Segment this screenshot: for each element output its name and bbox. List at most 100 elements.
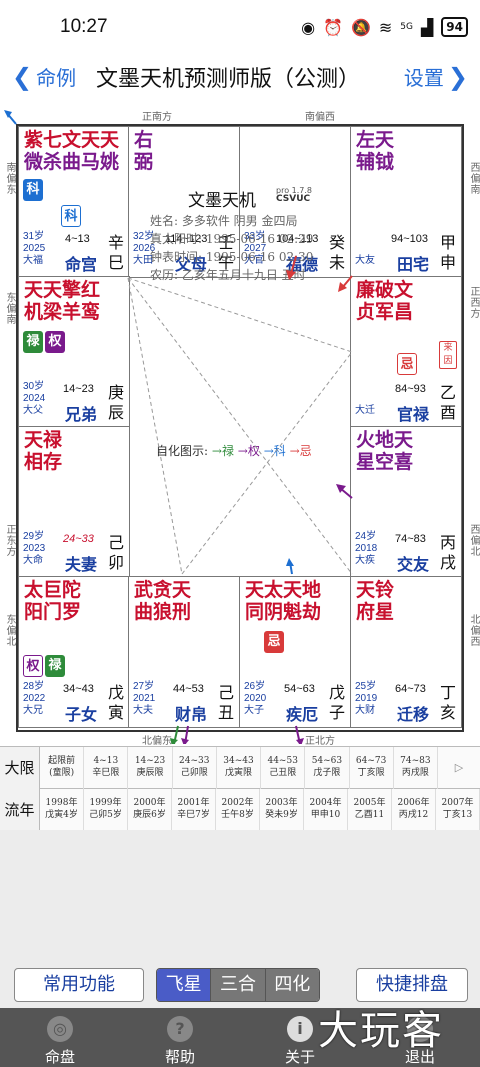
liunian-cell[interactable]: 1998年 戊寅4岁 <box>40 789 84 831</box>
age-label: 大迁 <box>355 405 375 416</box>
palace-shen[interactable]: 左天 辅钺 大友 94~103 田宅 甲申 <box>350 126 462 278</box>
liunian-cell[interactable]: 2005年 乙酉11 <box>348 789 392 831</box>
palace-name: 子女 <box>65 705 98 724</box>
daxian-cell[interactable]: 64~73 丁亥限 <box>350 747 394 789</box>
daxian-cell[interactable]: 14~23 庚辰限 <box>128 747 173 789</box>
age-label: 29岁 2023 大命 <box>23 531 46 566</box>
direction-label: 正西方 <box>468 286 479 319</box>
settings-button[interactable]: 设置 ❯ <box>404 62 468 91</box>
palace-name: 夫妻 <box>65 555 98 574</box>
hua-quan-badge: 权 <box>23 655 43 677</box>
age-label: 大友 <box>355 255 375 266</box>
ganzhi: 乙酉 <box>439 383 456 422</box>
signal-icon: ▟ <box>420 17 434 37</box>
common-functions-button[interactable]: 常用功能 <box>14 968 144 1002</box>
palace-zi[interactable]: 天太天地 同阴魁劫 忌 26岁 2020 大子 54~63 疾厄 戊子 <box>239 576 351 728</box>
tab-help[interactable]: ? 帮助 <box>120 1008 240 1067</box>
quick-chart-button[interactable]: 快捷排盘 <box>356 968 468 1002</box>
liunian-cell[interactable]: 2003年 癸未9岁 <box>260 789 304 831</box>
ganzhi: 己丑 <box>217 683 234 722</box>
palace-mao[interactable]: 天禄 相存 29岁 2023 大命 24~33 夫妻 己卯 <box>18 426 130 578</box>
daxian-range: 84~93 <box>395 383 426 395</box>
star-row: 天天擎红 <box>24 279 101 301</box>
tab-sanhe[interactable]: 三合 <box>211 969 266 1001</box>
liunian-cell[interactable]: 2001年 辛巳7岁 <box>172 789 216 831</box>
age-label: 27岁 2021 大夫 <box>133 681 156 716</box>
app-logo-text: 文墨天机 <box>188 191 256 211</box>
palace-chou[interactable]: 武贪天 曲狼刑 27岁 2021 大夫 44~53 财帛 己丑 <box>128 576 240 728</box>
star-row: 阳门罗 <box>24 601 82 623</box>
palace-name: 田宅 <box>397 255 430 274</box>
liunian-cell[interactable]: 2004年 甲申10 <box>304 789 348 831</box>
daxian-cell[interactable]: 起限前 (童限) <box>40 747 85 789</box>
daxian-next-button[interactable]: ▷ <box>438 747 480 789</box>
liunian-cell[interactable]: 2000年 庚辰6岁 <box>128 789 172 831</box>
liunian-cell[interactable]: 1999年 己卯5岁 <box>84 789 128 831</box>
daxian-cell[interactable]: 34~43 戊寅限 <box>217 747 262 789</box>
view-mode-segmented: 飞星 三合 四化 <box>156 968 320 1002</box>
palace-name: 兄弟 <box>65 405 98 424</box>
back-button[interactable]: ❮ 命例 <box>12 62 76 91</box>
daxian-range: 94~103 <box>391 233 429 245</box>
star-row: 武贪天 <box>134 579 192 601</box>
hua-lu-badge: 禄 <box>23 331 43 353</box>
target-icon: ◎ <box>47 1016 73 1042</box>
status-bar: 10:27 ◉ ⏰ 🔕 ≋ 5G ▟ 94 <box>0 0 480 56</box>
hua-ke-badge: 科 <box>23 179 43 201</box>
palace-xu[interactable]: 火地天 星空喜 24岁 2018 大疾 74~83 交友 丙戌 <box>350 426 462 578</box>
star-row: 微杀曲马姚 <box>24 151 120 173</box>
direction-label: 北偏东 <box>142 736 172 747</box>
liunian-label: 流年 <box>0 789 40 831</box>
star-row: 弼 <box>134 151 154 173</box>
hua-quan-badge: 权 <box>45 331 65 353</box>
palace-you[interactable]: 廉破文 贞军昌 忌 来因 大迁 84~93 官禄 乙酉 <box>350 276 462 428</box>
ganzhi: 庚辰 <box>107 383 124 422</box>
daxian-cell[interactable]: 4~13 辛巳限 <box>84 747 129 789</box>
signal-label: 5G <box>400 22 413 32</box>
info-lunar-date: 农历: 乙亥年五月十九日 丑时 <box>150 268 306 282</box>
star-row: 太巨陀 <box>24 579 82 601</box>
palace-si[interactable]: 紫七文天天 微杀曲马姚 科 科 31岁 2025 大福 4~13 命宫 辛巳 <box>18 126 130 278</box>
liunian-cell[interactable]: 2007年 丁亥13 <box>436 789 480 831</box>
version-label: pro 1.7.8 CSVUC <box>276 186 312 204</box>
star-row: 火地天 <box>356 429 414 451</box>
daxian-cell[interactable]: 54~63 戊子限 <box>305 747 350 789</box>
direction-label: 东偏北 <box>4 614 15 647</box>
age-label: 31岁 2025 大福 <box>23 231 46 266</box>
tab-feixing[interactable]: 飞星 <box>157 969 212 1001</box>
ganzhi: 辛巳 <box>107 233 124 272</box>
direction-label: 南偏东 <box>4 162 15 195</box>
status-icons: ◉ ⏰ 🔕 ≋ 5G ▟ 94 <box>301 17 468 37</box>
hua-ji-badge: 忌 <box>397 353 417 375</box>
tab-mingpan[interactable]: ◎ 命盘 <box>0 1008 120 1067</box>
daxian-cell[interactable]: 74~83 丙戌限 <box>394 747 438 789</box>
watermark: 大玩客 <box>318 1008 444 1054</box>
star-row: 右 <box>134 129 154 151</box>
star-row: 紫七文天天 <box>24 129 120 151</box>
tab-sihua[interactable]: 四化 <box>265 969 319 1001</box>
direction-label: 北偏西 <box>468 614 479 647</box>
liunian-row: 流年 1998年 戊寅4岁 1999年 己卯5岁 2000年 庚辰6岁 2001年 辛巳… <box>0 789 480 831</box>
direction-label: 正东方 <box>4 524 15 557</box>
center-info: 文墨天机 pro 1.7.8 CSVUC 姓名: 多多软件 阴男 金四局 真太阳… <box>128 172 352 476</box>
star-row: 天禄 <box>24 429 63 451</box>
liunian-cell[interactable]: 2006年 丙戌12 <box>392 789 436 831</box>
age-label: 25岁 2019 大财 <box>355 681 378 716</box>
palace-yin[interactable]: 太巨陀 阳门罗 权 禄 28岁 2022 大兄 34~43 子女 戊寅 <box>18 576 130 728</box>
status-time: 10:27 <box>60 16 108 37</box>
daxian-range: 4~13 <box>65 233 90 245</box>
direction-label: 西偏南 <box>468 162 479 195</box>
direction-label: 正南方 <box>142 112 172 123</box>
daxian-cell[interactable]: 44~53 己丑限 <box>261 747 306 789</box>
star-row: 辅钺 <box>356 151 395 173</box>
liunian-cell[interactable]: 2002年 壬午8岁 <box>216 789 260 831</box>
daxian-range: 64~73 <box>395 683 426 695</box>
wifi-icon: ≋ <box>378 17 393 37</box>
palace-chen[interactable]: 天天擎红 机梁羊鸾 禄 权 30岁 2024 大父 14~23 兄弟 庚辰 <box>18 276 130 428</box>
daxian-range: 34~43 <box>63 683 94 695</box>
daxian-cell[interactable]: 24~33 己卯限 <box>173 747 217 789</box>
palace-name: 命宫 <box>65 255 98 274</box>
direction-label: 正北方 <box>305 736 335 747</box>
palace-hai[interactable]: 天铃 府星 25岁 2019 大财 64~73 迁移 丁亥 <box>350 576 462 728</box>
age-label: 28岁 2022 大兄 <box>23 681 46 716</box>
